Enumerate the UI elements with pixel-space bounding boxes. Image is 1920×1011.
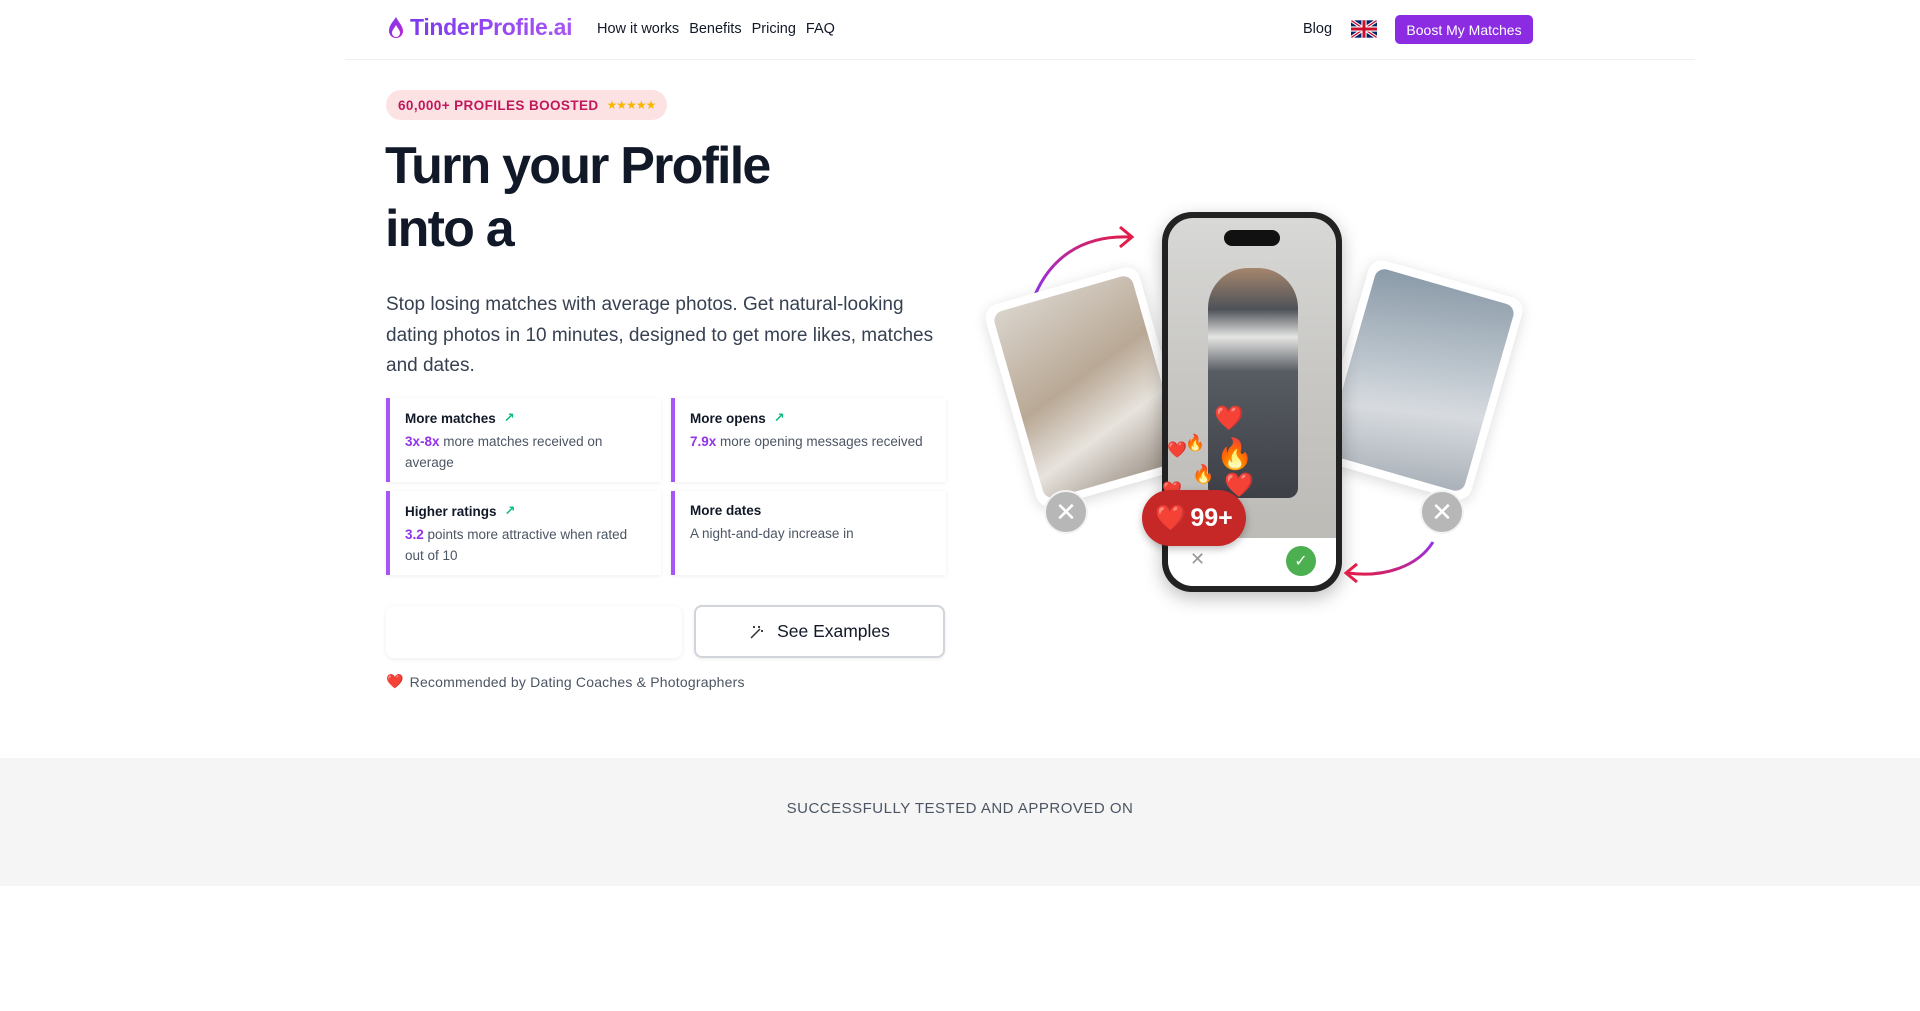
hero-title-line-2: into a	[385, 200, 515, 258]
nav-links: How it works Benefits Pricing FAQ	[597, 21, 835, 37]
benefit-title: More matches	[405, 410, 496, 426]
benefit-card-dates: More dates A night-and-day increase in	[671, 491, 946, 575]
match-counter-badge: ❤️ 99+	[1142, 490, 1246, 546]
benefit-card-opens: More opens ↗ 7.9x more opening messages …	[671, 398, 946, 482]
primary-cta-button[interactable]	[386, 606, 682, 658]
profiles-boosted-badge: 60,000+ PROFILES BOOSTED ★★★★★	[386, 90, 668, 120]
nav-link-blog[interactable]: Blog	[1303, 21, 1332, 37]
heart-icon: ❤️	[1214, 405, 1244, 432]
nav-link-how-it-works[interactable]: How it works	[597, 21, 679, 37]
benefit-card-matches: More matches ↗ 3x-8x more matches receiv…	[386, 398, 661, 482]
hero-title: Turn your Profile into a	[385, 135, 771, 261]
nav-link-pricing[interactable]: Pricing	[752, 21, 796, 37]
heart-icon: ❤️	[1167, 442, 1187, 459]
trend-up-icon: ↗	[504, 503, 516, 518]
match-count: 99+	[1190, 503, 1233, 532]
benefit-text: more opening messages received	[716, 434, 923, 449]
heart-icon: ❤️	[386, 673, 404, 689]
dislike-icon[interactable]: ✕	[1190, 549, 1205, 570]
tested-approved-label: SUCCESSFULLY TESTED AND APPROVED ON	[786, 800, 1134, 817]
like-check-icon[interactable]: ✓	[1286, 546, 1316, 576]
benefit-text: points more attractive when rated out of…	[405, 527, 628, 563]
magic-wand-icon	[750, 625, 764, 639]
star-rating-icon: ★★★★★	[606, 98, 657, 112]
trend-up-icon: ↗	[773, 410, 785, 425]
benefit-text: A night-and-day increase in	[690, 526, 854, 541]
logo[interactable]: TinderProfile.ai	[386, 14, 573, 41]
benefit-card-ratings: Higher ratings ↗ 3.2 points more attract…	[386, 491, 661, 575]
hero-illustration: ✕ ✓ ❤️ ❤️ 🔥 🔥 🔥 ❤️ ❤️ ❤️ 99+ ✕ ✕	[980, 200, 1540, 610]
social-proof-strip: SUCCESSFULLY TESTED AND APPROVED ON	[0, 758, 1920, 886]
reject-icon: ✕	[1044, 490, 1088, 534]
benefit-highlight: 3x-8x	[405, 434, 440, 449]
heart-icon: ❤️	[1155, 503, 1187, 532]
benefit-highlight: 7.9x	[690, 434, 717, 449]
nav-divider	[345, 59, 1695, 60]
hero-title-line-1: Turn your Profile	[385, 137, 771, 195]
hero-subtitle: Stop losing matches with average photos.…	[386, 294, 934, 376]
benefit-highlight: 3.2	[405, 527, 424, 542]
recommendation-note: ❤️ Recommended by Dating Coaches & Photo…	[386, 673, 745, 690]
fire-icon: 🔥	[1192, 464, 1215, 484]
see-examples-button[interactable]: See Examples	[694, 605, 945, 658]
flame-logo-icon	[389, 16, 403, 38]
boost-my-matches-button[interactable]: Boost My Matches	[1395, 15, 1533, 44]
see-examples-label: See Examples	[777, 621, 890, 641]
right-photo-card	[1314, 257, 1526, 503]
benefit-title: More opens	[690, 410, 766, 426]
logo-text: TinderProfile.ai	[410, 14, 573, 40]
nav-link-benefits[interactable]: Benefits	[689, 21, 741, 37]
trend-up-icon: ↗	[503, 410, 515, 425]
top-nav: TinderProfile.ai How it works Benefits P…	[0, 0, 1920, 60]
benefit-title: Higher ratings	[405, 503, 497, 519]
profile-photo	[1324, 266, 1516, 494]
recommendation-text: Recommended by Dating Coaches & Photogra…	[409, 673, 745, 690]
badge-text: 60,000+ PROFILES BOOSTED	[398, 97, 599, 113]
benefit-title: More dates	[690, 503, 762, 518]
nav-link-faq[interactable]: FAQ	[806, 21, 835, 37]
profile-photo	[992, 273, 1184, 501]
fire-icon: 🔥	[1216, 438, 1254, 471]
uk-flag-icon[interactable]	[1351, 20, 1377, 38]
fire-icon: 🔥	[1185, 435, 1205, 452]
reject-icon: ✕	[1420, 490, 1464, 534]
curved-arrow-icon	[1343, 541, 1435, 584]
